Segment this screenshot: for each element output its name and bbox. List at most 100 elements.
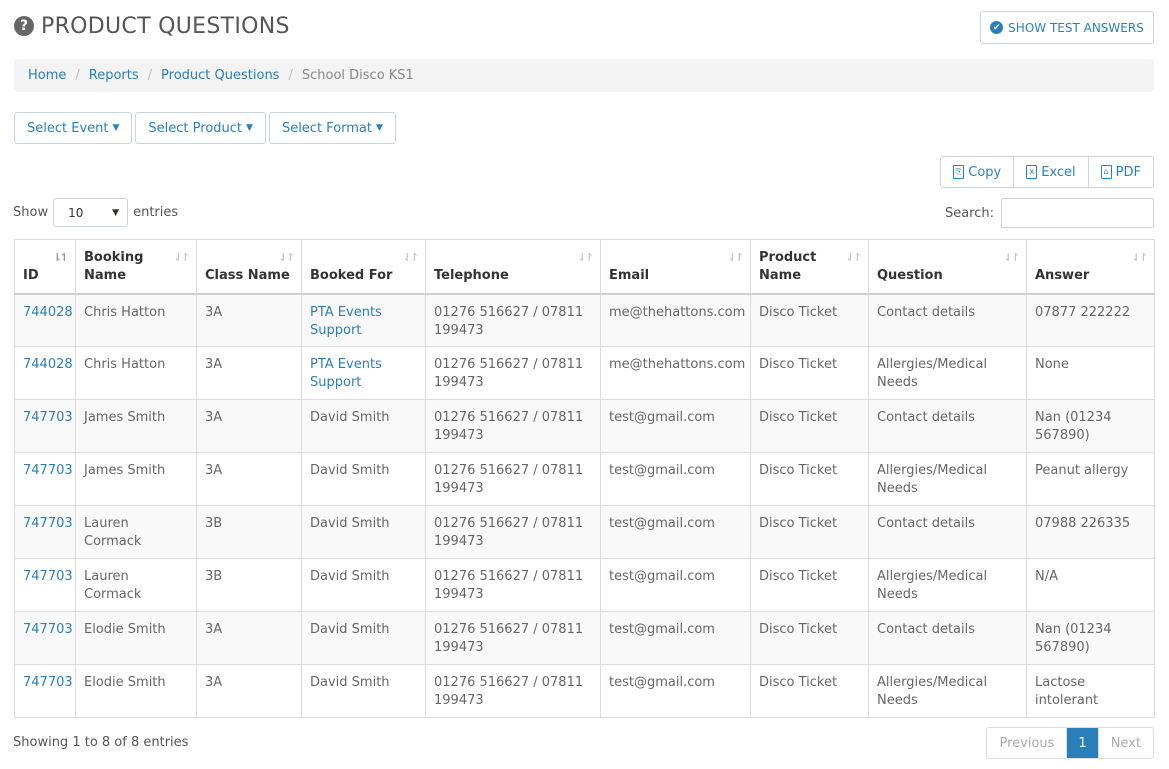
- booking-id-link[interactable]: 747703: [23, 410, 73, 425]
- table-cell: Contact details: [868, 399, 1027, 453]
- breadcrumb-separator: /: [288, 68, 293, 83]
- column-header-label: Booking Name: [84, 249, 144, 283]
- column-header-label: Email: [609, 267, 650, 283]
- cell-text: test@gmail.com: [609, 675, 715, 690]
- cell-text: Contact details: [877, 410, 976, 425]
- booked-for-link[interactable]: PTA Events Support: [310, 357, 382, 390]
- cell-text: Contact details: [877, 304, 976, 320]
- column-header-0[interactable]: ID ⇂↿: [14, 239, 76, 295]
- cell-text: 3B: [205, 569, 223, 584]
- show-label: Show: [13, 205, 49, 220]
- column-header-1[interactable]: Booking Name ⇃↾: [75, 239, 197, 295]
- pdf-button[interactable]: ⌂ PDF: [1089, 157, 1153, 187]
- cell-text: 07988 226335: [1035, 516, 1131, 531]
- table-cell: 01276 516627 / 07811 199473: [425, 611, 601, 665]
- cell-text: 01276 516627 / 07811 199473: [434, 463, 584, 496]
- cell-text: Contact details: [877, 622, 976, 637]
- cell-text: 3A: [205, 675, 223, 690]
- cell-text: 3A: [205, 357, 223, 372]
- cell-text: David Smith: [310, 622, 390, 637]
- table-cell: David Smith: [301, 399, 426, 453]
- cell-text: test@gmail.com: [609, 569, 715, 584]
- table-cell: Disco Ticket: [750, 346, 869, 400]
- table-cell: me@thehattons.com: [600, 346, 751, 400]
- select-product-dropdown[interactable]: Select Product ▼: [135, 112, 266, 144]
- table-cell: Contact details: [868, 293, 1027, 347]
- cell-text: Elodie Smith: [84, 675, 166, 690]
- select-format-dropdown[interactable]: Select Format ▼: [268, 112, 396, 144]
- cell-text: Chris Hatton: [84, 357, 166, 372]
- previous-page-button[interactable]: Previous: [987, 728, 1068, 758]
- cell-text: 3A: [205, 463, 223, 478]
- excel-button[interactable]: x Excel: [1014, 157, 1089, 187]
- copy-button[interactable]: ⎘ Copy: [941, 157, 1015, 187]
- sort-ascending-icon: ⇂↿: [52, 251, 70, 264]
- table-cell: None: [1026, 346, 1155, 400]
- table-cell: 07988 226335: [1026, 505, 1155, 559]
- table-cell: Disco Ticket: [750, 611, 869, 665]
- table-cell: 01276 516627 / 07811 199473: [425, 558, 601, 612]
- table-cell: test@gmail.com: [600, 505, 751, 559]
- copy-icon: ⎘: [953, 165, 965, 179]
- booked-for-link[interactable]: PTA Events Support: [310, 305, 382, 338]
- pdf-label: PDF: [1115, 164, 1141, 180]
- booking-id-link[interactable]: 747703: [23, 463, 73, 478]
- table-cell: Chris Hatton: [75, 293, 197, 347]
- sort-icon: ⇃↾: [278, 251, 296, 264]
- booking-id-link[interactable]: 747703: [23, 675, 73, 690]
- booking-id-link[interactable]: 744028: [23, 305, 73, 320]
- table-cell: Allergies/Medical Needs: [868, 452, 1027, 506]
- cell-text: Peanut allergy: [1035, 463, 1129, 478]
- column-header-3[interactable]: Booked For ⇃↾: [301, 239, 426, 295]
- sort-icon: ⇃↾: [577, 251, 595, 264]
- booking-id-link[interactable]: 744028: [23, 357, 73, 372]
- breadcrumb-home[interactable]: Home: [28, 68, 66, 83]
- page-header: ? PRODUCT QUESTIONS: [14, 10, 290, 42]
- search-input[interactable]: [1001, 198, 1154, 228]
- cell-text: test@gmail.com: [609, 463, 715, 478]
- table-row: 747703 James Smith 3A David Smith 01276 5166…: [14, 452, 1155, 506]
- cell-text: David Smith: [310, 675, 390, 690]
- column-header-7[interactable]: Question ⇃↾: [868, 239, 1027, 295]
- column-header-6[interactable]: Product Name ⇃↾: [750, 239, 869, 295]
- cell-text: 01276 516627 / 07811 199473: [434, 357, 584, 390]
- column-header-4[interactable]: Telephone ⇃↾: [425, 239, 601, 295]
- table-cell: Contact details: [868, 611, 1027, 665]
- cell-text: Disco Ticket: [759, 410, 838, 425]
- table-row: 747703 Lauren Cormack 3B David Smith 01276 5…: [14, 558, 1155, 612]
- pdf-file-icon: ⌂: [1100, 165, 1112, 179]
- column-header-2[interactable]: Class Name ⇃↾: [196, 239, 302, 295]
- copy-label: Copy: [968, 164, 1002, 180]
- table-cell: 744028: [14, 293, 76, 347]
- column-header-label: Telephone: [434, 267, 509, 283]
- table-cell: David Smith: [301, 452, 426, 506]
- table-cell: James Smith: [75, 452, 197, 506]
- booking-id-link[interactable]: 747703: [23, 516, 73, 531]
- cell-text: Lactose intolerant: [1035, 675, 1099, 708]
- page-1-button[interactable]: 1: [1067, 728, 1098, 758]
- booking-id-link[interactable]: 747703: [23, 622, 73, 637]
- table-cell: N/A: [1026, 558, 1155, 612]
- table-cell: 01276 516627 / 07811 199473: [425, 505, 601, 559]
- booking-id-link[interactable]: 747703: [23, 569, 73, 584]
- table-cell: PTA Events Support: [301, 293, 426, 347]
- column-header-8[interactable]: Answer ⇃↾: [1026, 239, 1155, 295]
- next-page-button[interactable]: Next: [1097, 728, 1153, 758]
- cell-text: 3A: [205, 410, 223, 425]
- cell-text: Allergies/Medical Needs: [877, 357, 988, 390]
- column-header-5[interactable]: Email ⇃↾: [600, 239, 751, 295]
- cell-text: David Smith: [310, 569, 390, 584]
- table-cell: 01276 516627 / 07811 199473: [425, 399, 601, 453]
- select-event-dropdown[interactable]: Select Event ▼: [14, 112, 133, 144]
- table-cell: 3A: [196, 346, 302, 400]
- page-title: PRODUCT QUESTIONS: [41, 13, 290, 39]
- breadcrumb-product-questions[interactable]: Product Questions: [161, 68, 279, 83]
- breadcrumb-reports[interactable]: Reports: [89, 68, 139, 83]
- cell-text: Disco Ticket: [759, 622, 838, 637]
- table-cell: 01276 516627 / 07811 199473: [425, 346, 601, 400]
- show-test-answers-button[interactable]: ✔ SHOW TEST ANSWERS: [980, 11, 1154, 44]
- entries-select[interactable]: 10 ▼: [53, 198, 129, 227]
- caret-down-icon: ▼: [246, 123, 253, 133]
- table-cell: Elodie Smith: [75, 611, 197, 665]
- sort-icon: ⇃↾: [173, 251, 191, 264]
